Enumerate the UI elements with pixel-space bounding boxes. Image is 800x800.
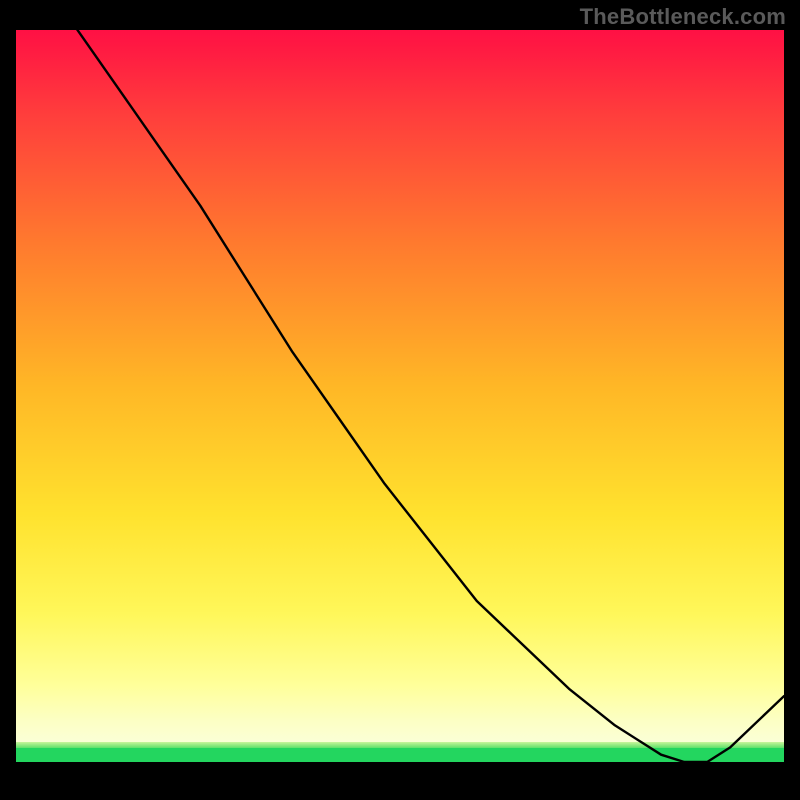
line-series: [16, 30, 784, 784]
watermark-text: TheBottleneck.com: [580, 4, 786, 30]
plot-inner: [16, 30, 784, 784]
plot-area: [16, 30, 784, 784]
chart-frame: TheBottleneck.com: [0, 0, 800, 800]
